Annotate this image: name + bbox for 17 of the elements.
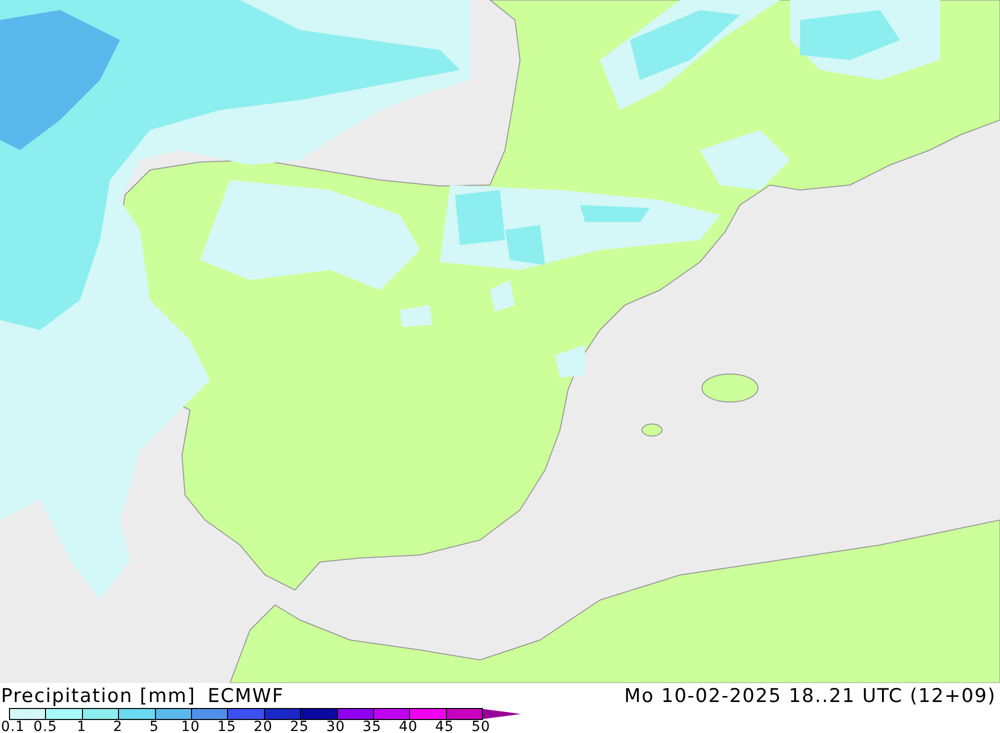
legend-tick-label: 5 bbox=[148, 720, 160, 733]
legend-tick-label: 10 bbox=[180, 720, 201, 733]
legend-tick-label: 35 bbox=[362, 720, 382, 733]
legend-tick-label: 0.5 bbox=[32, 720, 58, 733]
legend-tick-label: 1 bbox=[76, 720, 88, 733]
legend-tick-label: 2 bbox=[112, 720, 124, 733]
chart-title: Precipitation [mm] bbox=[1, 685, 196, 707]
legend-tick-label: 25 bbox=[288, 720, 310, 733]
legend-tick-label: 50 bbox=[470, 720, 492, 733]
legend-tick-label: 0.1 bbox=[1, 720, 26, 733]
legend-tick-label: 15 bbox=[216, 720, 238, 733]
model-name: ECMWF bbox=[208, 685, 284, 707]
legend-tick-label: 20 bbox=[252, 720, 274, 733]
legend-tick-label: 30 bbox=[325, 720, 346, 733]
legend-tick-label: 45 bbox=[434, 720, 455, 733]
legend-tick-label: 40 bbox=[398, 720, 419, 733]
valid-time: Mo 10-02-2025 18..21 UTC (12+09) bbox=[624, 685, 996, 707]
